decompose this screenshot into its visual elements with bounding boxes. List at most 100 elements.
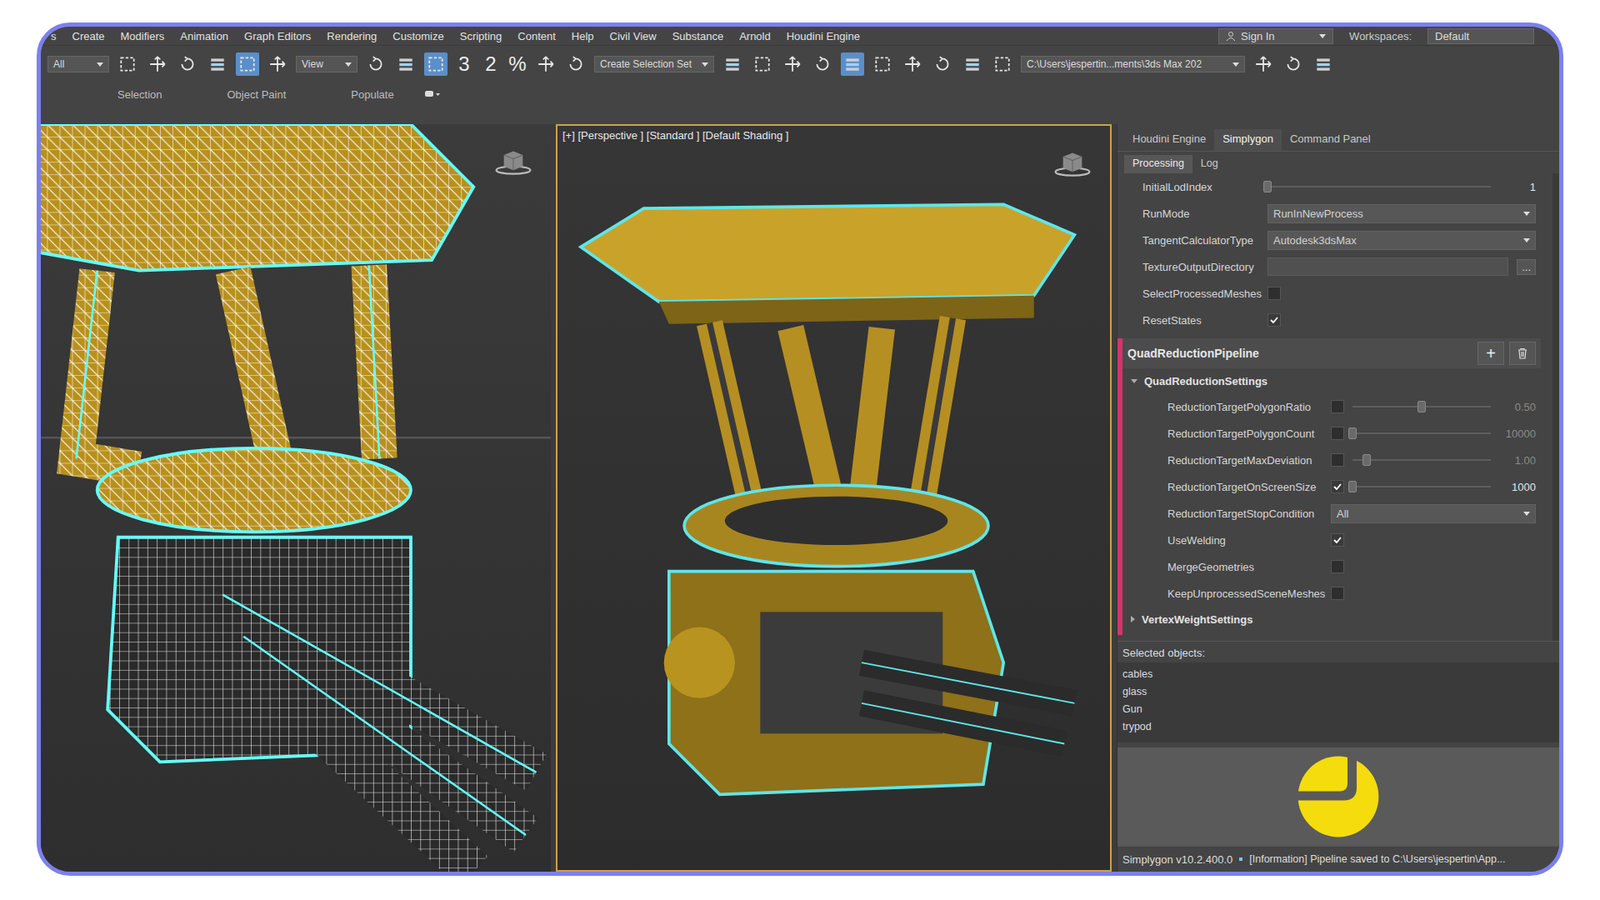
checkbox[interactable]: [1330, 426, 1345, 440]
object-item[interactable]: trypod: [1122, 718, 1555, 736]
ribbon-options-icon[interactable]: [424, 90, 441, 99]
snap-toggle[interactable]: %: [507, 52, 528, 76]
setting-row: SelectProcessedMeshes: [1117, 280, 1541, 307]
scene-explorer-icon[interactable]: [810, 52, 835, 76]
slider[interactable]: [1352, 480, 1491, 494]
menu-item[interactable]: Graph Editors: [244, 30, 311, 43]
menu-item[interactable]: Help: [571, 30, 595, 43]
checkbox[interactable]: [1330, 560, 1345, 574]
checkbox[interactable]: [1330, 533, 1345, 547]
viewcube-icon[interactable]: [494, 147, 533, 176]
move-icon[interactable]: [235, 52, 260, 76]
pipeline-header[interactable]: QuadReductionPipeline+: [1122, 338, 1541, 369]
render-setup-icon[interactable]: [960, 52, 985, 76]
align-icon[interactable]: [750, 52, 775, 76]
menu-item[interactable]: Civil View: [610, 30, 657, 43]
render-icon[interactable]: [1251, 52, 1275, 76]
object-item[interactable]: Gun: [1122, 700, 1555, 719]
mirror-icon[interactable]: [720, 52, 745, 76]
path-field[interactable]: [1267, 257, 1509, 276]
toggle-ribbon-icon[interactable]: [840, 52, 865, 76]
ribbon-tab[interactable]: Populate: [307, 88, 415, 101]
project-path-dropdown[interactable]: C:\Users\jespertin...ments\3ds Max 202: [1020, 55, 1245, 73]
app-window: s Create Modifiers Animation Graph Editors Re…: [36, 22, 1564, 876]
selection-set-dropdown[interactable]: Create Selection Set: [594, 55, 715, 73]
menu-item[interactable]: Houdini Engine: [786, 30, 860, 43]
selection-filter-dropdown[interactable]: All: [47, 55, 110, 73]
scale-icon[interactable]: [364, 52, 388, 76]
menu-item[interactable]: Modifiers: [120, 30, 165, 43]
slider[interactable]: [1352, 400, 1491, 414]
panel-subtab[interactable]: Log: [1192, 155, 1227, 174]
dropdown[interactable]: RunInNewProcess: [1267, 204, 1536, 224]
slider[interactable]: [1352, 453, 1491, 467]
slider-value: 0.50: [1499, 400, 1536, 414]
simplygon-panel: Houdini EngineSimplygonCommand Panel Proc…: [1116, 124, 1560, 872]
rotate-icon[interactable]: [265, 52, 290, 76]
dropdown[interactable]: All: [1330, 504, 1536, 524]
setting-label: ReductionTargetOnScreenSize: [1122, 480, 1331, 494]
ribbon-tab[interactable]: Selection: [74, 88, 184, 101]
edit-named-selection-icon[interactable]: [564, 52, 588, 76]
menu-item[interactable]: Substance: [672, 30, 724, 43]
slider[interactable]: [1267, 180, 1491, 194]
sign-in-dropdown[interactable]: Sign In: [1218, 28, 1334, 45]
viewport[interactable]: [+] [Perspective ] [Standard ] [Default …: [555, 124, 1112, 872]
simplygon-logo-icon[interactable]: [1292, 750, 1385, 843]
workspace-dropdown[interactable]: Default: [1427, 28, 1535, 45]
setting-label: RunMode: [1117, 207, 1268, 220]
delete-button[interactable]: [1509, 341, 1536, 365]
setting-label: ReductionTargetPolygonRatio: [1122, 400, 1331, 414]
object-item[interactable]: glass: [1122, 683, 1555, 701]
setting-row: ResetStates: [1117, 306, 1541, 334]
snap-toggle[interactable]: 3: [454, 52, 475, 76]
pivot-icon[interactable]: [424, 52, 448, 76]
rect-region-icon[interactable]: [175, 52, 200, 76]
menu-item[interactable]: Customize: [392, 30, 444, 43]
project-icon[interactable]: [1281, 52, 1305, 76]
checkbox[interactable]: [1330, 480, 1345, 494]
menu-item[interactable]: Scripting: [460, 30, 503, 43]
window-crossing-icon[interactable]: [205, 52, 230, 76]
panel-tab[interactable]: Houdini Engine: [1124, 129, 1215, 151]
ribbon-tab[interactable]: Object Paint: [183, 88, 308, 101]
render-frame-icon[interactable]: [990, 52, 1015, 76]
dropdown[interactable]: Autodesk3dsMax: [1267, 230, 1536, 250]
spinner-snap-icon[interactable]: [534, 52, 558, 76]
reference-coordinate-dropdown[interactable]: View: [295, 55, 358, 73]
layers-icon[interactable]: [780, 52, 805, 76]
section-header[interactable]: VertexWeightSettings: [1122, 606, 1541, 632]
panel-tab[interactable]: Command Panel: [1281, 129, 1380, 151]
curve-editor-icon[interactable]: [870, 52, 895, 76]
viewport-label[interactable]: [+] [Perspective ] [Standard ] [Default …: [562, 129, 789, 142]
menu-item[interactable]: Animation: [180, 30, 229, 43]
browse-button[interactable]: ...: [1516, 259, 1536, 275]
panel-subtab[interactable]: Processing: [1124, 155, 1193, 174]
checkbox[interactable]: [1330, 586, 1345, 600]
material-editor-icon[interactable]: [930, 52, 955, 76]
menu-item[interactable]: s: [50, 30, 57, 43]
menu-item[interactable]: Create: [72, 30, 105, 43]
viewcube-icon[interactable]: [1053, 149, 1092, 178]
panel-tab[interactable]: Simplygon: [1214, 129, 1282, 151]
menu-item[interactable]: Content: [517, 30, 556, 43]
setting-label: ReductionTargetPolygonCount: [1122, 427, 1331, 440]
checkbox[interactable]: [1330, 453, 1345, 467]
object-item[interactable]: cables: [1122, 665, 1555, 684]
selected-objects-list: cablesglassGuntrypod: [1117, 662, 1560, 743]
section-header[interactable]: QuadReductionSettings: [1122, 368, 1541, 394]
menu-item[interactable]: Rendering: [326, 30, 377, 43]
menu-item[interactable]: Arnold: [739, 30, 771, 43]
slider[interactable]: [1352, 426, 1491, 440]
folder-icon[interactable]: [1311, 52, 1335, 76]
select-icon[interactable]: [115, 52, 140, 76]
schematic-icon[interactable]: [900, 52, 925, 76]
placement-icon[interactable]: [394, 52, 418, 76]
select-by-name-icon[interactable]: [145, 52, 170, 76]
viewport[interactable]: [40, 124, 551, 872]
add-button[interactable]: +: [1477, 341, 1505, 365]
checkbox[interactable]: [1267, 286, 1281, 300]
snap-toggle[interactable]: 2: [480, 52, 501, 76]
checkbox[interactable]: [1330, 400, 1345, 414]
checkbox[interactable]: [1267, 313, 1281, 327]
